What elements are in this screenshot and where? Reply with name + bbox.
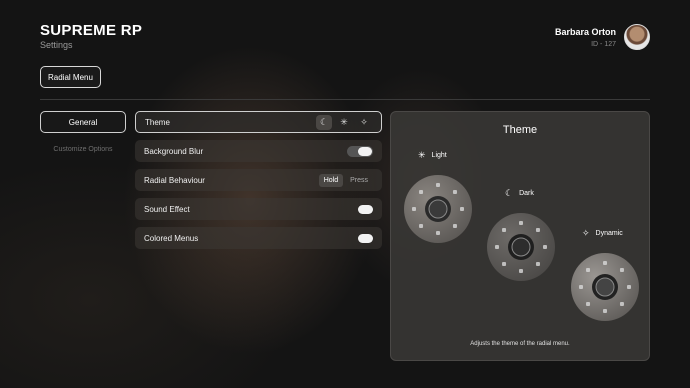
hold-option[interactable]: Hold xyxy=(318,173,344,187)
sun-icon: ✳ xyxy=(418,150,426,160)
sparkle-icon: ✧ xyxy=(582,228,590,238)
user-name: Barbara Orton xyxy=(554,26,616,37)
page-subtitle: Settings xyxy=(40,40,73,50)
dynamic-wheel-preview xyxy=(570,252,640,322)
radial-menu-button[interactable]: Radial Menu xyxy=(40,66,101,88)
moon-icon[interactable]: ☾ xyxy=(316,114,332,130)
radial-behaviour-segmented: Hold Press xyxy=(318,173,373,187)
light-label-text: Light xyxy=(431,152,447,159)
preview-caption: Adjusts the theme of the radial menu. xyxy=(470,341,570,347)
wheel-graphic xyxy=(571,253,639,321)
light-wheel-preview xyxy=(403,174,473,244)
nav-customize-options[interactable]: Customize Options xyxy=(40,146,126,153)
theme-selector: ☾ ✳ ✧ xyxy=(316,114,372,130)
avatar[interactable] xyxy=(624,24,650,50)
setting-theme: Theme ☾ ✳ ✧ xyxy=(135,111,382,133)
sound-effect-toggle[interactable] xyxy=(358,204,373,215)
press-option[interactable]: Press xyxy=(345,174,373,187)
user-id: ID - 127 xyxy=(591,40,616,48)
app-title: SUPREME RP xyxy=(40,22,143,39)
setting-label: Sound Effect xyxy=(144,204,190,214)
setting-label: Theme xyxy=(145,117,170,127)
moon-icon: ☾ xyxy=(505,188,514,198)
dark-wheel-preview xyxy=(486,212,556,282)
light-label: ✳ Light xyxy=(418,150,447,161)
nav-general[interactable]: General xyxy=(40,111,126,133)
dark-label-text: Dark xyxy=(519,190,534,197)
theme-preview-panel: Theme ✳ Light ☾ Dark ✧ Dynamic Adjusts t… xyxy=(390,111,650,361)
setting-label: Background Blur xyxy=(144,146,204,156)
dark-label: ☾ Dark xyxy=(505,188,534,199)
setting-background-blur: Background Blur xyxy=(135,140,382,162)
dynamic-label: ✧ Dynamic xyxy=(582,228,623,239)
sparkle-icon[interactable]: ✧ xyxy=(356,115,372,130)
divider xyxy=(40,99,650,100)
sun-icon[interactable]: ✳ xyxy=(336,115,352,130)
background-blur-toggle[interactable] xyxy=(347,145,373,157)
user-profile: Barbara Orton ID - 127 xyxy=(555,24,650,50)
setting-sound-effect: Sound Effect xyxy=(135,198,382,220)
setting-colored-menus: Colored Menus xyxy=(135,227,382,249)
colored-menus-toggle[interactable] xyxy=(358,233,373,244)
setting-label: Radial Behaviour xyxy=(144,175,205,185)
setting-radial-behaviour: Radial Behaviour Hold Press xyxy=(135,169,382,191)
wheel-graphic xyxy=(487,213,555,281)
preview-title: Theme xyxy=(502,124,538,136)
setting-label: Colored Menus xyxy=(144,233,199,243)
dynamic-label-text: Dynamic xyxy=(595,230,623,237)
wheel-graphic xyxy=(404,175,472,243)
